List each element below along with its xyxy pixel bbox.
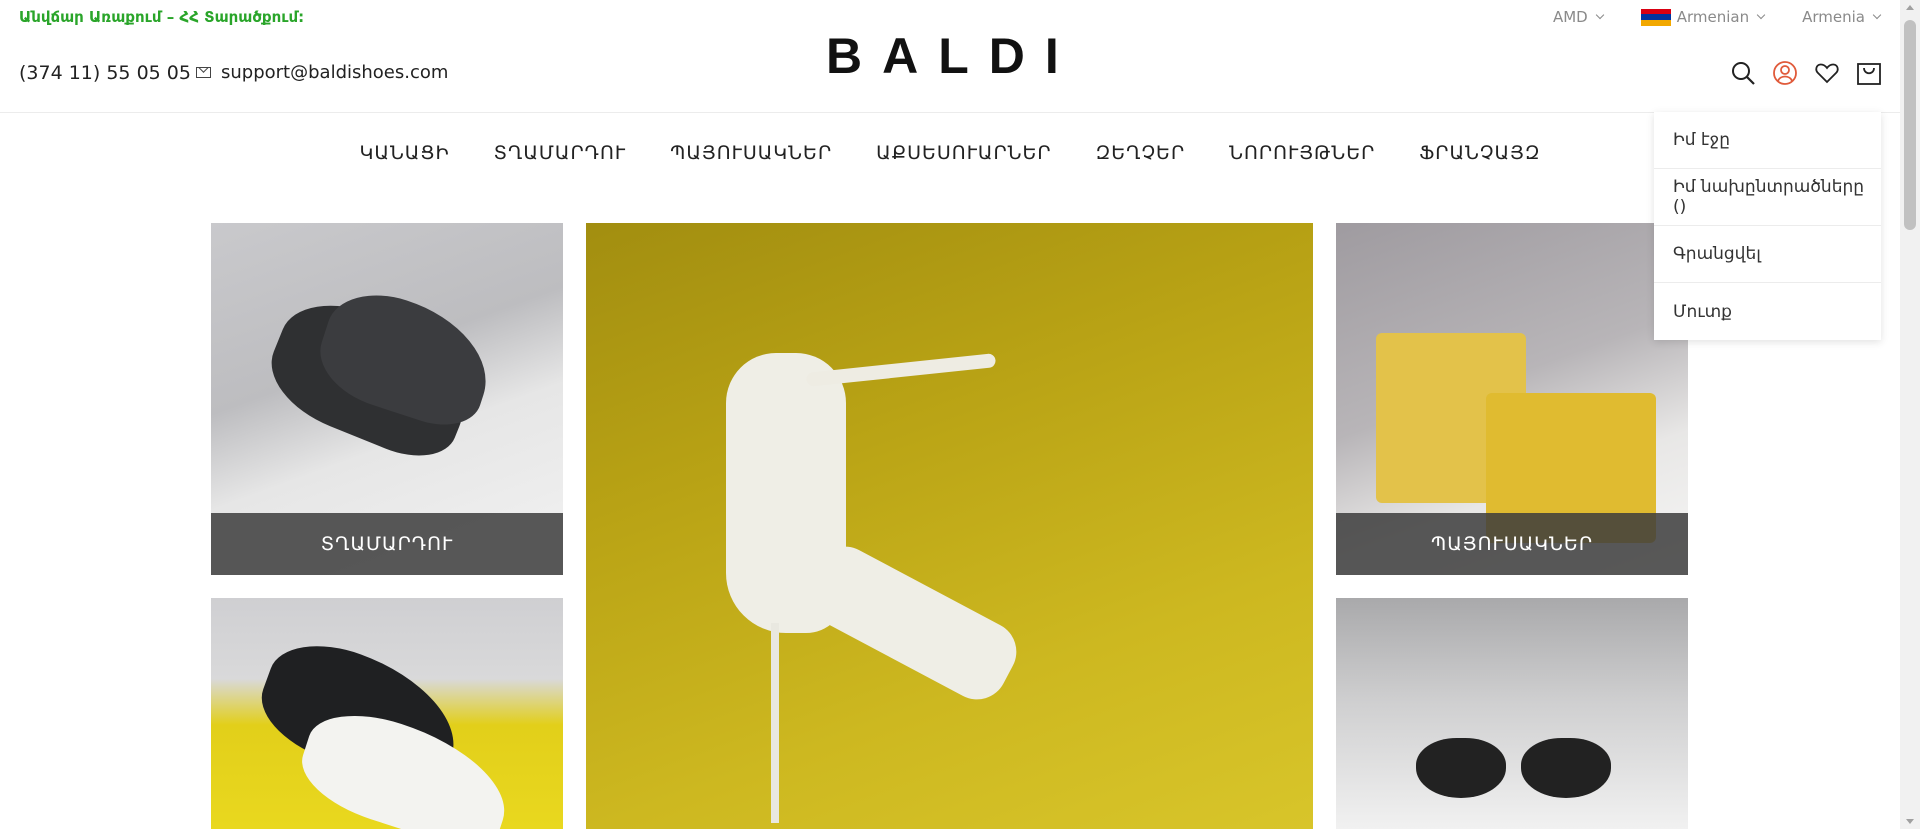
chevron-down-icon	[1595, 10, 1604, 20]
language-selector[interactable]: Armenian	[1640, 8, 1766, 26]
tile-featured-heel[interactable]	[586, 223, 1313, 829]
cart-icon[interactable]	[1856, 60, 1882, 86]
tile-accessories[interactable]	[1336, 598, 1688, 829]
heel-stiletto	[771, 623, 779, 823]
menu-item-register[interactable]: Գրանցվել	[1654, 226, 1881, 283]
heel-image	[795, 536, 1027, 710]
header-icons	[1730, 60, 1882, 86]
nav-item-men[interactable]: ՏՂԱՄԱՐԴՈՒ	[494, 142, 626, 164]
sunglasses-image	[1521, 738, 1611, 798]
scroll-thumb[interactable]	[1904, 20, 1916, 230]
language-label: Armenian	[1676, 8, 1750, 26]
brand-logo[interactable]: BALDI	[826, 30, 1079, 82]
nav-item-bags[interactable]: ՊԱՅՈՒՍԱԿՆԵՐ	[670, 142, 832, 164]
heart-icon[interactable]	[1814, 60, 1840, 86]
email-label: support@baldishoes.com	[221, 62, 449, 83]
currency-selector[interactable]: AMD	[1552, 8, 1604, 26]
nav-item-franchise[interactable]: ՖՐԱՆՉԱՅԶ	[1419, 142, 1540, 164]
tile-caption: ՏՂԱՄԱՐԴՈՒ	[211, 513, 563, 575]
nav-item-sale[interactable]: ԶԵՂՉԵՐ	[1096, 142, 1186, 164]
currency-label: AMD	[1552, 8, 1588, 26]
nav-item-accessories[interactable]: ԱՔՍԵՍՈՒԱՐՆԵՐ	[876, 142, 1051, 164]
top-selectors: AMD Armenian Armenia	[1552, 8, 1882, 26]
account-dropdown: Իմ էջը Իմ նախընտրածները () Գրանցվել Մուտ…	[1654, 112, 1881, 340]
menu-item-login[interactable]: Մուտք	[1654, 283, 1881, 340]
tile-sneakers[interactable]	[211, 598, 563, 829]
tile-bags[interactable]: ՊԱՅՈՒՍԱԿՆԵՐ	[1336, 223, 1688, 575]
envelope-icon	[196, 67, 211, 78]
promo-banner: Անվճար Առաքում – ՀՀ Տարածքում:	[19, 8, 305, 26]
menu-item-wishlist[interactable]: Իմ նախընտրածները ()	[1654, 169, 1881, 226]
main-nav: ԿԱՆԱՑԻ ՏՂԱՄԱՐԴՈՒ ՊԱՅՈՒՍԱԿՆԵՐ ԱՔՍԵՍՈՒԱՐՆԵ…	[0, 142, 1900, 164]
menu-item-my-page[interactable]: Իմ էջը	[1654, 112, 1881, 169]
country-label: Armenia	[1802, 8, 1865, 26]
heel-strap	[805, 353, 997, 387]
chevron-down-icon	[1756, 10, 1766, 20]
tile-caption: ՊԱՅՈՒՍԱԿՆԵՐ	[1336, 513, 1688, 575]
scroll-up-icon[interactable]	[1906, 5, 1914, 10]
sunglasses-image	[1416, 738, 1506, 798]
scroll-down-icon[interactable]	[1906, 819, 1914, 824]
country-selector[interactable]: Armenia	[1802, 8, 1882, 26]
header-divider	[0, 112, 1900, 113]
flag-armenia-icon	[1640, 8, 1671, 26]
page-scrollbar[interactable]	[1900, 0, 1920, 829]
user-icon[interactable]	[1772, 60, 1798, 86]
phone-number[interactable]: (374 11) 55 05 05	[19, 62, 191, 84]
nav-item-new[interactable]: ՆՈՐՈՒՅԹՆԵՐ	[1229, 142, 1375, 164]
tile-men[interactable]: ՏՂԱՄԱՐԴՈՒ	[211, 223, 563, 575]
nav-item-women[interactable]: ԿԱՆԱՑԻ	[359, 142, 449, 164]
support-email[interactable]: support@baldishoes.com	[196, 62, 448, 83]
search-icon[interactable]	[1730, 60, 1756, 86]
chevron-down-icon	[1872, 10, 1882, 20]
